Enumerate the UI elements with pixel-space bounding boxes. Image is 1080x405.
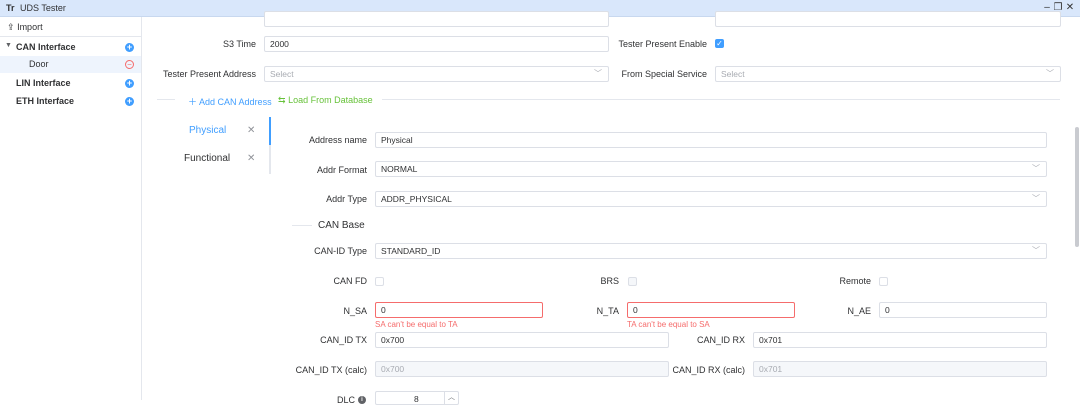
can-base-title: CAN Base xyxy=(318,220,365,231)
can-fd-checkbox[interactable] xyxy=(375,277,384,286)
addr-format-label: Addr Format xyxy=(316,165,367,175)
remote-label: Remote xyxy=(839,276,871,286)
upload-icon: ⇪ xyxy=(7,22,15,32)
sidebar: ⇪ Import ▼ CAN Interface + Door − LIN In… xyxy=(0,17,142,400)
dlc-value: 8 xyxy=(414,394,419,404)
tester-present-address-select[interactable]: Select ﹀ xyxy=(264,66,609,82)
can-id-type-label: CAN-ID Type xyxy=(314,246,367,256)
add-icon[interactable]: + xyxy=(125,79,134,88)
chevron-down-icon: ﹀ xyxy=(594,69,602,78)
sidebar-item-door[interactable]: Door − xyxy=(0,56,141,73)
addr-type-select[interactable]: ADDR_PHYSICAL ﹀ xyxy=(375,191,1047,207)
n-ae-label: N_AE xyxy=(847,306,871,316)
load-from-database-label: Load From Database xyxy=(288,95,373,105)
sidebar-item-label: ETH Interface xyxy=(16,96,75,106)
from-special-service-select[interactable]: Select ﹀ xyxy=(715,66,1061,82)
chevron-down-icon: ﹀ xyxy=(1032,246,1040,255)
add-can-address-label: Add CAN Address xyxy=(199,97,272,107)
s3-time-input[interactable]: 2000 xyxy=(264,36,609,52)
address-name-input[interactable]: Physical xyxy=(375,132,1047,148)
plus-icon: ＋ xyxy=(188,97,198,107)
tab-label: Functional xyxy=(184,153,231,164)
top-input-partial[interactable] xyxy=(264,11,609,27)
divider-left xyxy=(157,99,175,100)
can-id-rx-calc-input: 0x701 xyxy=(753,361,1047,377)
remove-icon[interactable]: − xyxy=(125,60,134,69)
dlc-stepper[interactable]: 8 ︿ xyxy=(375,391,459,405)
sidebar-item-eth-interface[interactable]: ETH Interface + xyxy=(0,93,141,110)
select-value: NORMAL xyxy=(381,164,418,174)
address-name-label: Address name xyxy=(308,135,367,145)
chevron-up-icon[interactable]: ︿ xyxy=(444,392,458,404)
load-from-database-button[interactable]: ⇆ Load From Database xyxy=(278,95,373,106)
n-sa-input[interactable]: 0 xyxy=(375,302,543,318)
sidebar-item-label: CAN Interface xyxy=(16,42,76,52)
select-value: ADDR_PHYSICAL xyxy=(381,194,452,204)
can-id-type-select[interactable]: STANDARD_ID ﹀ xyxy=(375,243,1047,259)
close-icon[interactable]: ✕ xyxy=(247,125,255,136)
tester-present-enable-checkbox[interactable]: ✓ xyxy=(715,39,724,48)
sidebar-item-lin-interface[interactable]: LIN Interface + xyxy=(0,75,141,92)
can-id-tx-calc-label: CAN_ID TX (calc) xyxy=(295,365,367,375)
tester-present-address-label: Tester Present Address xyxy=(162,69,256,79)
n-ta-input[interactable]: 0 xyxy=(627,302,795,318)
info-icon[interactable]: i xyxy=(358,396,366,404)
dlc-label: DLC xyxy=(336,395,355,405)
close-icon[interactable]: ✕ xyxy=(1064,2,1076,14)
from-special-service-label: From Special Service xyxy=(621,69,707,79)
divider-right xyxy=(382,99,1060,100)
tester-present-enable-label: Tester Present Enable xyxy=(618,39,707,49)
chevron-down-icon: ﹀ xyxy=(1032,194,1040,203)
scrollbar[interactable] xyxy=(1075,127,1079,247)
section-divider xyxy=(292,225,312,226)
n-sa-error: SA can't be equal to TA xyxy=(375,320,458,329)
sidebar-item-label: Door xyxy=(29,59,49,69)
main-panel: S3 Time 2000 Tester Present Enable ✓ Tes… xyxy=(142,11,1080,405)
remote-checkbox[interactable] xyxy=(879,277,888,286)
add-icon[interactable]: + xyxy=(125,97,134,106)
sidebar-item-label: LIN Interface xyxy=(16,78,71,88)
tab-functional[interactable]: Functional ✕ xyxy=(184,153,255,164)
addr-format-select[interactable]: NORMAL ﹀ xyxy=(375,161,1047,177)
chevron-down-icon: ﹀ xyxy=(1046,69,1054,78)
select-placeholder: Select xyxy=(270,69,294,79)
select-value: STANDARD_ID xyxy=(381,246,441,256)
import-button[interactable]: ⇪ Import xyxy=(7,22,43,33)
n-ta-error: TA can't be equal to SA xyxy=(627,320,710,329)
import-label: Import xyxy=(17,22,43,32)
caret-down-icon[interactable]: ▼ xyxy=(5,42,12,49)
can-id-rx-calc-label: CAN_ID RX (calc) xyxy=(672,365,745,375)
tabs-active-indicator xyxy=(269,117,271,145)
top-input-partial-right[interactable] xyxy=(715,11,1061,27)
database-icon: ⇆ xyxy=(278,95,286,105)
addr-type-label: Addr Type xyxy=(326,194,367,204)
n-ta-label: N_TA xyxy=(596,306,619,316)
can-id-rx-input[interactable]: 0x701 xyxy=(753,332,1047,348)
select-placeholder: Select xyxy=(721,69,745,79)
tab-label: Physical xyxy=(189,125,227,136)
can-fd-label: CAN FD xyxy=(333,276,368,286)
add-can-address-button[interactable]: ＋ Add CAN Address xyxy=(188,95,272,108)
window-title: UDS Tester xyxy=(20,3,66,13)
tab-physical[interactable]: Physical ✕ xyxy=(189,125,255,136)
add-icon[interactable]: + xyxy=(125,43,134,52)
n-ae-input[interactable]: 0 xyxy=(879,302,1047,318)
brs-label: BRS xyxy=(600,276,619,286)
sidebar-divider xyxy=(0,36,141,37)
can-id-tx-calc-input: 0x700 xyxy=(375,361,669,377)
n-sa-label: N_SA xyxy=(343,306,367,316)
brs-checkbox[interactable] xyxy=(628,277,637,286)
can-id-tx-input[interactable]: 0x700 xyxy=(375,332,669,348)
app-logo-icon: Tr xyxy=(6,3,15,13)
can-id-rx-label: CAN_ID RX xyxy=(696,335,745,345)
s3-time-label: S3 Time xyxy=(222,39,256,49)
chevron-down-icon: ﹀ xyxy=(1032,164,1040,173)
can-id-tx-label: CAN_ID TX xyxy=(320,335,367,345)
sidebar-item-can-interface[interactable]: ▼ CAN Interface + xyxy=(0,39,141,56)
close-icon[interactable]: ✕ xyxy=(247,153,255,164)
